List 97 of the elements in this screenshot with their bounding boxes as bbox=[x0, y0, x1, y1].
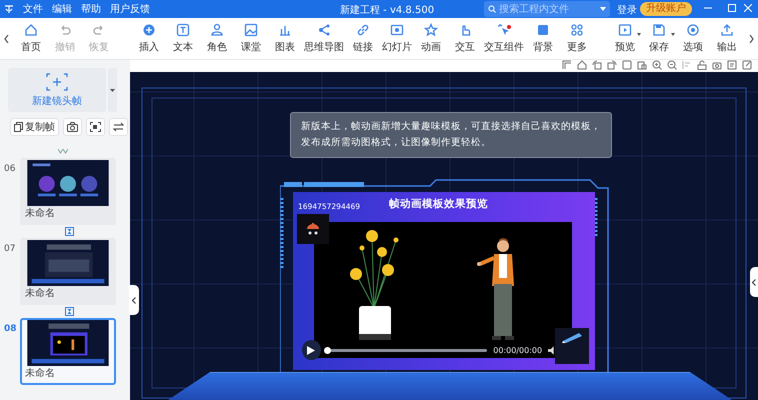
app-logo-icon bbox=[4, 4, 14, 14]
transition-icon[interactable] bbox=[65, 307, 74, 316]
toolbar-button[interactable]: 保存 bbox=[642, 20, 676, 58]
slide-number: 08 bbox=[4, 323, 18, 334]
zoom-out-icon[interactable] bbox=[667, 60, 677, 70]
caret-icon[interactable] bbox=[637, 32, 642, 36]
scroll-left-icon[interactable] bbox=[4, 34, 10, 42]
lamp-icon bbox=[307, 223, 319, 235]
edit-icon[interactable] bbox=[742, 60, 752, 70]
slide-card[interactable]: 未命名 bbox=[20, 238, 116, 305]
toolbar-button[interactable]: 思维导图 bbox=[302, 20, 346, 58]
toolbar-button[interactable]: 图表 bbox=[268, 20, 302, 58]
corner-icon[interactable] bbox=[562, 60, 572, 70]
slide-card[interactable]: 未命名 bbox=[20, 158, 116, 225]
toolbar-button[interactable]: 预览 bbox=[608, 20, 642, 58]
slide-name: 未命名 bbox=[24, 286, 56, 301]
slide-name: 未命名 bbox=[24, 366, 56, 381]
slide-number: 07 bbox=[4, 243, 16, 254]
four-circles-icon bbox=[570, 23, 584, 37]
pen-icon bbox=[561, 331, 583, 343]
search-icon bbox=[488, 5, 496, 13]
screen-play-icon bbox=[618, 23, 632, 37]
gear-icon bbox=[686, 23, 700, 37]
mind-map-icon bbox=[316, 23, 331, 37]
upload-icon bbox=[720, 23, 734, 37]
swap-icon bbox=[113, 122, 124, 132]
toolbar-button[interactable]: 更多 bbox=[560, 20, 594, 58]
chevron-left-icon bbox=[752, 278, 756, 286]
notification-dot bbox=[506, 24, 511, 28]
tool-button[interactable] bbox=[63, 118, 82, 136]
toolbar-button[interactable]: 插入 bbox=[132, 20, 166, 58]
rotate-left-icon[interactable] bbox=[592, 60, 602, 70]
time-label: 00:00/00:00 bbox=[493, 346, 542, 354]
menu-item[interactable]: 用户反馈 bbox=[110, 2, 150, 16]
toolbar-button[interactable]: 首页 bbox=[14, 20, 48, 58]
scan-icon bbox=[90, 122, 101, 132]
toolbar-button[interactable]: 背景 bbox=[526, 20, 560, 58]
person-icon bbox=[210, 23, 224, 37]
toolbar-button[interactable]: 动画 bbox=[414, 20, 448, 58]
square-icon bbox=[536, 23, 550, 37]
rotate-right-icon[interactable] bbox=[607, 60, 617, 70]
close-icon[interactable] bbox=[744, 4, 752, 12]
double-chevron-icon[interactable] bbox=[58, 149, 68, 154]
copy-icon bbox=[14, 122, 23, 132]
house-icon bbox=[24, 23, 38, 37]
menu-item[interactable]: 编辑 bbox=[52, 2, 72, 16]
progress-thumb[interactable] bbox=[324, 346, 331, 354]
focus-plus-icon bbox=[46, 72, 68, 90]
slide-icon bbox=[390, 23, 404, 37]
note-text: 新版本上，帧动画新增大量趣味模板，可直接选择自己喜欢的模板， 发布成所需动图格式，让图像制作更轻松。 bbox=[290, 112, 612, 158]
play-button[interactable] bbox=[302, 340, 321, 360]
cursor-sparkle-icon bbox=[496, 23, 511, 37]
new-frame-button[interactable]: 新建镜头帧 bbox=[8, 68, 106, 112]
text-box-icon bbox=[176, 23, 190, 37]
menu-item[interactable]: 帮助 bbox=[81, 2, 101, 16]
progress-track[interactable] bbox=[326, 348, 488, 352]
image-edit-icon[interactable] bbox=[727, 60, 737, 70]
slide-name: 未命名 bbox=[24, 206, 56, 221]
toolbar-button[interactable]: 文本 bbox=[166, 20, 200, 58]
toolbar-button[interactable]: 选项 bbox=[676, 20, 710, 58]
plus-circle-icon bbox=[142, 23, 156, 37]
tool-button[interactable] bbox=[86, 118, 105, 136]
toolbar-button[interactable]: 角色 bbox=[200, 20, 234, 58]
menu-item[interactable]: 文件 bbox=[23, 2, 43, 16]
lock-icon[interactable] bbox=[697, 60, 707, 70]
scroll-right-icon[interactable] bbox=[748, 34, 754, 42]
toolbar-button[interactable]: 输出 bbox=[710, 20, 744, 58]
copy-frame-button[interactable]: 复制帧 bbox=[10, 118, 59, 136]
paste-icon[interactable] bbox=[637, 60, 647, 70]
slide-number: 06 bbox=[4, 163, 16, 174]
caret-icon bbox=[110, 88, 115, 92]
caret-icon bbox=[600, 7, 606, 11]
collapse-handle[interactable] bbox=[129, 285, 139, 315]
tool-button[interactable] bbox=[109, 118, 128, 136]
copy-icon[interactable] bbox=[622, 60, 632, 70]
transition-icon[interactable] bbox=[65, 227, 74, 236]
toolbar-button[interactable]: 课堂 bbox=[234, 20, 268, 58]
toolbar-button[interactable]: 交互组件 bbox=[482, 20, 526, 58]
camera-icon[interactable] bbox=[712, 60, 722, 70]
star-icon bbox=[424, 23, 438, 37]
window-title: 新建工程 - v4.8.500 bbox=[340, 4, 434, 17]
link-icon bbox=[356, 23, 370, 37]
house-icon[interactable] bbox=[577, 60, 587, 70]
caret-icon[interactable] bbox=[671, 32, 676, 36]
bar-chart-icon bbox=[278, 23, 292, 37]
maximize-icon[interactable] bbox=[728, 4, 736, 12]
camera-icon bbox=[67, 122, 78, 132]
zoom-in-icon[interactable] bbox=[652, 60, 662, 70]
expand-handle[interactable] bbox=[750, 267, 758, 297]
toolbar-button[interactable]: 链接 bbox=[346, 20, 380, 58]
toolbar-button[interactable]: 交互 bbox=[448, 20, 482, 58]
toolbar-button[interactable]: 幻灯片 bbox=[380, 20, 414, 58]
preview-title: 帧动画模板效果预览 bbox=[389, 197, 488, 211]
login-link[interactable]: 登录 bbox=[617, 3, 637, 17]
chevron-left-icon bbox=[132, 296, 136, 304]
picture-icon bbox=[244, 23, 258, 37]
slide-card[interactable]: 未命名 bbox=[20, 318, 116, 385]
